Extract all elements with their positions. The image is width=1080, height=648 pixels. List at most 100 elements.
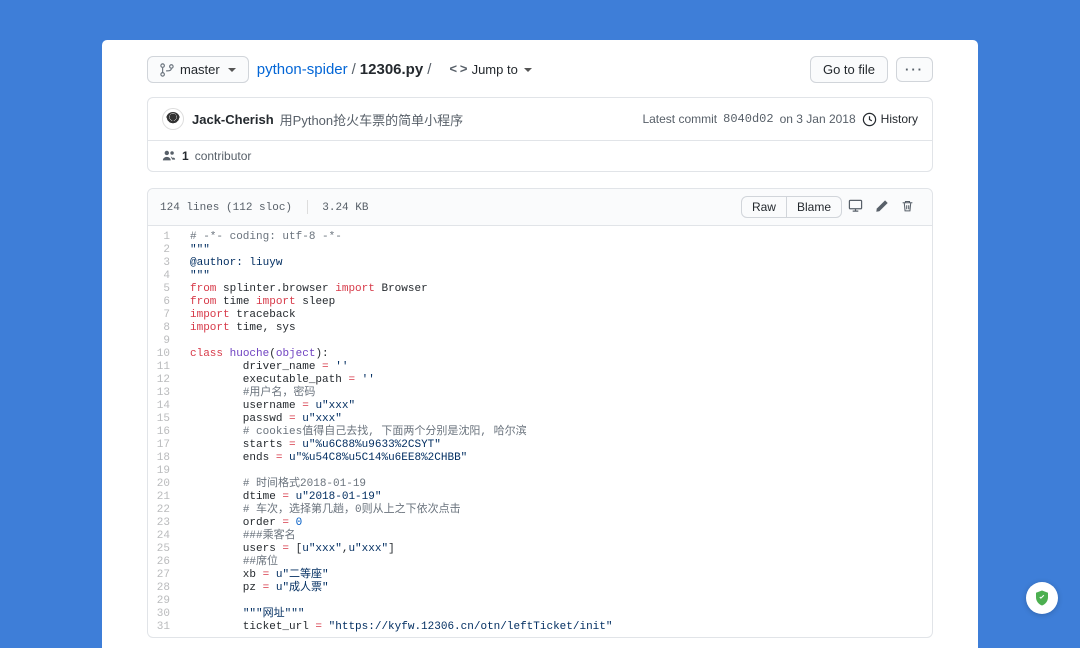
raw-blame-group: Raw Blame [742, 196, 842, 218]
line-number[interactable]: 25 [148, 542, 170, 555]
code-icon: < > [449, 62, 467, 77]
line-number[interactable]: 14 [148, 399, 170, 412]
raw-button[interactable]: Raw [741, 196, 787, 218]
code-line [190, 334, 613, 347]
code-line: users = [u"xxx",u"xxx"] [190, 542, 613, 555]
line-number[interactable]: 18 [148, 451, 170, 464]
code-line: xb = u"二等座" [190, 568, 613, 581]
code-line: passwd = u"xxx" [190, 412, 613, 425]
contributor-count: 1 [182, 149, 189, 163]
line-number[interactable]: 26 [148, 555, 170, 568]
people-icon [162, 149, 176, 163]
delete-file-button[interactable] [895, 196, 920, 219]
commit-author[interactable]: Jack-Cherish [192, 112, 274, 127]
line-number[interactable]: 21 [148, 490, 170, 503]
code-line: # 时间格式2018-01-19 [190, 477, 613, 490]
line-number[interactable]: 16 [148, 425, 170, 438]
line-number[interactable]: 10 [148, 347, 170, 360]
line-number[interactable]: 4 [148, 269, 170, 282]
code-line: # -*- coding: utf-8 -*- [190, 230, 613, 243]
latest-commit-row: Jack-Cherish 用Python抢火车票的简单小程序 Latest co… [148, 98, 932, 141]
breadcrumb-separator-2: / [427, 61, 431, 78]
device-desktop-icon [848, 198, 863, 213]
file-content-box: 124 lines (112 sloc) 3.24 KB Raw Blame [147, 188, 933, 638]
security-shield-badge[interactable] [1026, 582, 1058, 614]
line-number[interactable]: 29 [148, 594, 170, 607]
line-number[interactable]: 24 [148, 529, 170, 542]
line-number[interactable]: 20 [148, 477, 170, 490]
go-to-file-button[interactable]: Go to file [810, 56, 888, 83]
line-number[interactable]: 23 [148, 516, 170, 529]
breadcrumb-repo-link[interactable]: python-spider [257, 61, 348, 78]
commit-sha[interactable]: 8040d02 [723, 112, 773, 126]
latest-commit-label: Latest commit [642, 112, 717, 126]
line-number[interactable]: 30 [148, 607, 170, 620]
code-line: from splinter.browser import Browser [190, 282, 613, 295]
history-icon [862, 112, 877, 127]
code-line: ##席位 [190, 555, 613, 568]
file-header: 124 lines (112 sloc) 3.24 KB Raw Blame [148, 189, 932, 226]
line-number[interactable]: 15 [148, 412, 170, 425]
git-branch-icon [160, 63, 174, 77]
line-number[interactable]: 11 [148, 360, 170, 373]
more-options-button[interactable]: ··· [896, 57, 933, 82]
code-line: """ [190, 243, 613, 256]
code-line: ends = u"%u54C8%u5C14%u6EE8%2CHBB" [190, 451, 613, 464]
line-numbers: 1234567891011121314151617181920212223242… [148, 226, 178, 637]
pencil-icon [875, 199, 889, 213]
code-line [190, 594, 613, 607]
caret-down-icon [228, 68, 236, 72]
history-label: History [881, 112, 918, 126]
code-line: # cookies值得自己去找, 下面两个分别是沈阳, 哈尔滨 [190, 425, 613, 438]
line-number[interactable]: 17 [148, 438, 170, 451]
breadcrumb-separator: / [352, 61, 356, 78]
code-line: username = u"xxx" [190, 399, 613, 412]
line-number[interactable]: 13 [148, 386, 170, 399]
desktop-download-button[interactable] [842, 195, 869, 219]
code-line: import traceback [190, 308, 613, 321]
contributor-label: contributor [195, 149, 252, 163]
line-number[interactable]: 1 [148, 230, 170, 243]
line-number[interactable]: 3 [148, 256, 170, 269]
code-line: dtime = u"2018-01-19" [190, 490, 613, 503]
commit-message[interactable]: 用Python抢火车票的简单小程序 [280, 110, 463, 129]
code-line: starts = u"%u6C88%u9633%2CSYT" [190, 438, 613, 451]
line-number[interactable]: 7 [148, 308, 170, 321]
line-number[interactable]: 5 [148, 282, 170, 295]
jump-to-dropdown[interactable]: < > Jump to [449, 62, 531, 77]
line-number[interactable]: 8 [148, 321, 170, 334]
code-line: """ [190, 269, 613, 282]
line-number[interactable]: 9 [148, 334, 170, 347]
edit-file-button[interactable] [869, 196, 895, 219]
branch-name: master [180, 62, 220, 77]
line-number[interactable]: 22 [148, 503, 170, 516]
code-line: pz = u"成人票" [190, 581, 613, 594]
history-link[interactable]: History [862, 112, 918, 127]
blame-button[interactable]: Blame [786, 196, 842, 218]
code-line: class huoche(object): [190, 347, 613, 360]
commit-date: on 3 Jan 2018 [780, 112, 856, 126]
file-lines-info: 124 lines (112 sloc) [160, 202, 292, 214]
breadcrumb: python-spider / 12306.py / [257, 61, 432, 78]
file-navigation-row: master python-spider / 12306.py / < > Ju… [147, 50, 933, 97]
contributors-row: 1 contributor [148, 141, 932, 171]
line-number[interactable]: 6 [148, 295, 170, 308]
breadcrumb-file: 12306.py [360, 61, 423, 78]
code-line: ticket_url = "https://kyfw.12306.cn/otn/… [190, 620, 613, 633]
line-number[interactable]: 28 [148, 581, 170, 594]
caret-down-icon [524, 68, 532, 72]
code-line: import time, sys [190, 321, 613, 334]
code-line: @author: liuyw [190, 256, 613, 269]
shield-check-icon [1033, 589, 1051, 607]
avatar[interactable] [162, 108, 184, 130]
line-number[interactable]: 19 [148, 464, 170, 477]
branch-select-button[interactable]: master [147, 56, 249, 83]
code-content: # -*- coding: utf-8 -*-"""@author: liuyw… [178, 226, 613, 637]
code-line: order = 0 [190, 516, 613, 529]
line-number[interactable]: 2 [148, 243, 170, 256]
line-number[interactable]: 12 [148, 373, 170, 386]
code-line: """网址""" [190, 607, 613, 620]
jump-to-label: Jump to [472, 62, 518, 77]
line-number[interactable]: 27 [148, 568, 170, 581]
line-number[interactable]: 31 [148, 620, 170, 633]
